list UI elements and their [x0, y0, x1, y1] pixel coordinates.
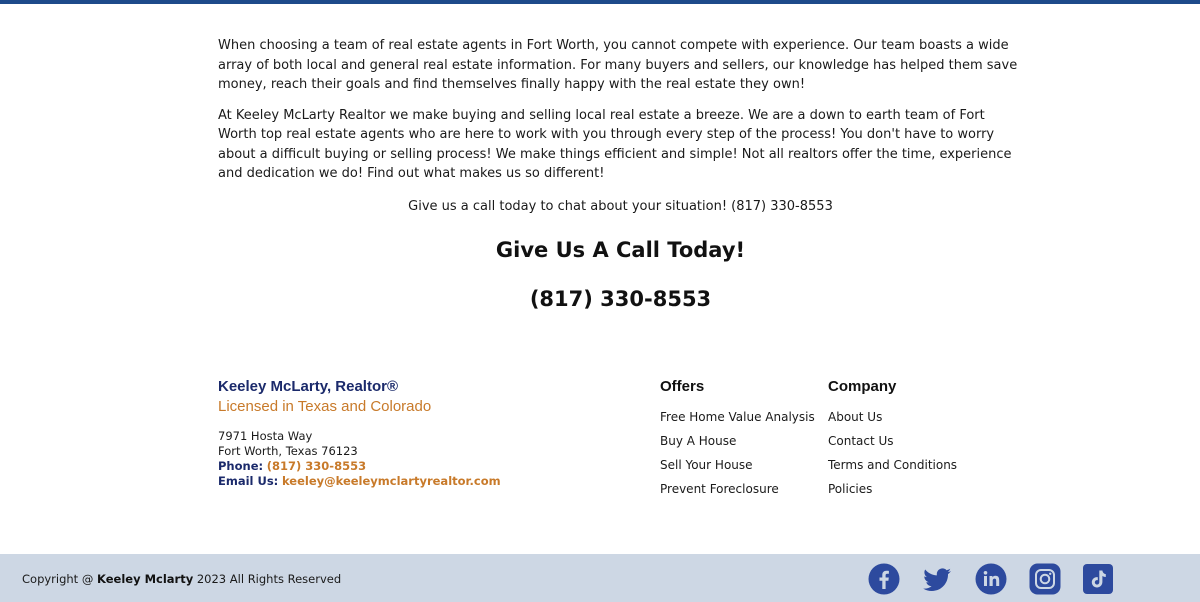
instagram-icon[interactable] — [1029, 563, 1061, 595]
footer-offers-column: Offers Free Home Value Analysis Buy A Ho… — [660, 378, 815, 505]
email-row: Email Us: keeley@keeleymclartyrealtor.co… — [218, 474, 501, 489]
company-link-terms[interactable]: Terms and Conditions — [828, 457, 957, 473]
offers-heading: Offers — [660, 378, 705, 395]
copyright-suffix: 2023 All Rights Reserved — [193, 572, 342, 586]
footer-company-column: Company About Us Contact Us Terms and Co… — [828, 378, 957, 505]
intro-paragraph: When choosing a team of real estate agen… — [218, 38, 1018, 92]
offers-link-home-value[interactable]: Free Home Value Analysis — [660, 409, 815, 425]
copyright-prefix: Copyright @ — [22, 572, 98, 586]
address-line-1: 7971 Hosta Way — [218, 429, 313, 443]
copyright-text: Copyright @ Keeley Mclarty 2023 All Righ… — [22, 572, 341, 586]
phone-link[interactable]: (817) 330-8553 — [267, 459, 366, 473]
offers-link-buy-house[interactable]: Buy A House — [660, 433, 815, 449]
facebook-icon[interactable] — [868, 563, 900, 595]
phone-label: Phone: — [218, 459, 264, 473]
about-paragraph: At Keeley McLarty Realtor we make buying… — [218, 107, 1012, 182]
call-line: Give us a call today to chat about your … — [408, 198, 833, 214]
linkedin-icon[interactable] — [975, 563, 1007, 595]
cta-phone[interactable]: (817) 330-8553 — [218, 287, 1023, 311]
offers-link-sell-house[interactable]: Sell Your House — [660, 457, 815, 473]
address-line-2: Fort Worth, Texas 76123 — [218, 444, 358, 458]
company-link-policies[interactable]: Policies — [828, 481, 957, 497]
tiktok-icon[interactable] — [1082, 563, 1114, 595]
cta-heading: Give Us A Call Today! — [495, 238, 746, 262]
offers-link-prevent-foreclosure[interactable]: Prevent Foreclosure — [660, 481, 815, 497]
company-link-about[interactable]: About Us — [828, 409, 957, 425]
twitter-icon[interactable] — [921, 563, 953, 595]
footer-contact-block: 7971 Hosta Way Fort Worth, Texas 76123 P… — [218, 429, 501, 489]
footer-brand-tagline: Licensed in Texas and Colorado — [218, 398, 432, 415]
copyright-name: Keeley Mclarty — [97, 572, 194, 586]
email-label: Email Us: — [218, 474, 279, 488]
top-accent-bar — [0, 0, 1200, 4]
footer-brand-name: Keeley McLarty, Realtor® — [218, 378, 399, 395]
main-content: When choosing a team of real estate agen… — [218, 36, 1023, 311]
copyright-bar: Copyright @ Keeley Mclarty 2023 All Righ… — [0, 554, 1200, 602]
phone-row: Phone: (817) 330-8553 — [218, 459, 501, 474]
company-heading: Company — [828, 378, 897, 395]
email-link[interactable]: keeley@keeleymclartyrealtor.com — [282, 474, 501, 488]
company-link-contact[interactable]: Contact Us — [828, 433, 957, 449]
